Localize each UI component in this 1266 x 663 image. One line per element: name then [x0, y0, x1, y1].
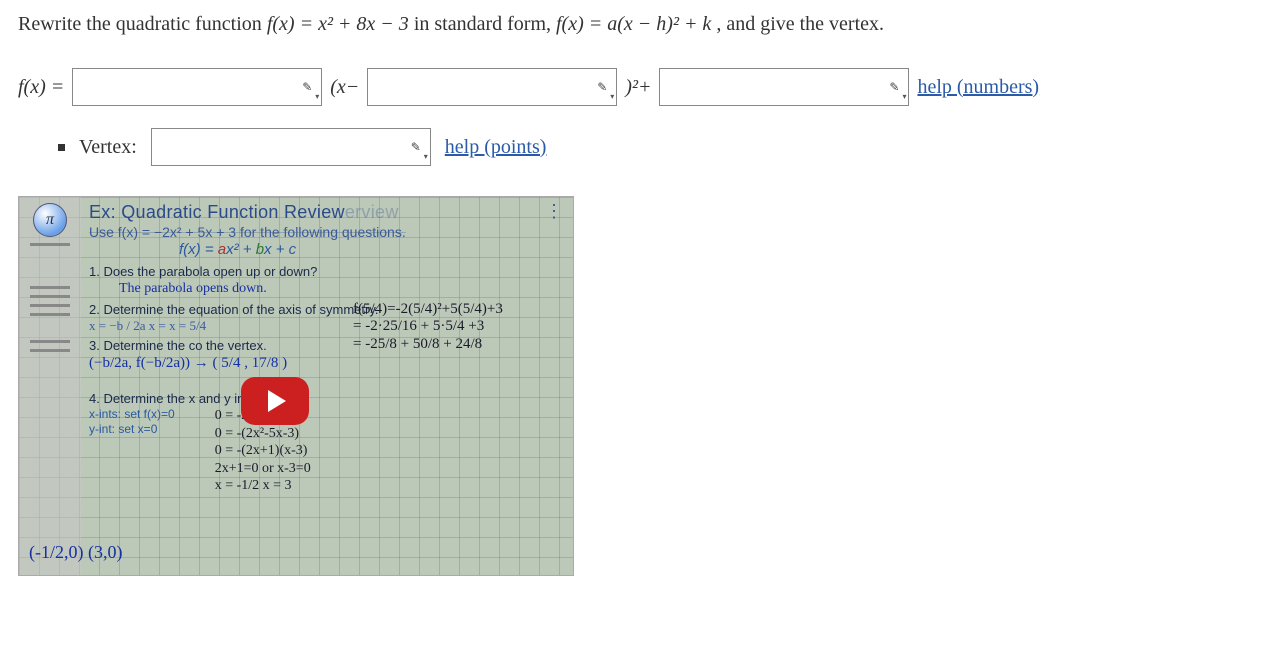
input-h-box[interactable]: ✎: [367, 68, 617, 106]
input-a[interactable]: [73, 69, 321, 105]
input-vertex[interactable]: [152, 129, 430, 165]
standard-form: f(x) = a(x − h)² + k: [556, 13, 711, 35]
video-eq3: 0 = -(2x+1)(x-3): [215, 442, 311, 460]
side-dash: [30, 340, 70, 343]
video-bottom-coord: (-1/2,0) (3,0): [29, 541, 122, 564]
input-k-box[interactable]: ✎: [659, 68, 909, 106]
answer-row: f(x) = ✎ (x− ✎ )²+ ✎ help (numbers): [18, 68, 1248, 106]
side-dash: [30, 349, 70, 352]
video-embed[interactable]: π ⋮ Ex: Quadratic Function Reviewerview …: [18, 196, 574, 576]
input-vertex-box[interactable]: ✎: [151, 128, 431, 166]
pi-icon: π: [33, 203, 67, 237]
video-content: Ex: Quadratic Function Reviewerview Use …: [89, 201, 567, 571]
help-numbers-link[interactable]: help (numbers): [917, 76, 1039, 99]
question-suffix: , and give the vertex.: [716, 13, 884, 35]
play-button-icon[interactable]: [241, 377, 309, 425]
video-line3a: (−b/2a, f(−b/2a)) → ( 5/4 , 17/8 ): [89, 354, 567, 373]
video-yints: y-int: set x=0: [89, 422, 175, 437]
side-dash: [30, 313, 70, 316]
open-paren: (x−: [330, 76, 359, 99]
vertex-label: Vertex:: [79, 136, 137, 159]
pencil-icon[interactable]: ✎: [297, 77, 317, 97]
fx-definition: f(x) = x² + 8x − 3: [267, 13, 409, 35]
video-eq4: 2x+1=0 or x-3=0: [215, 460, 311, 478]
side-dash: [30, 243, 70, 246]
video-sidebar: π: [19, 197, 81, 575]
input-k[interactable]: [660, 69, 908, 105]
question-text: Rewrite the quadratic function f(x) = x²…: [18, 8, 1248, 40]
pencil-icon[interactable]: ✎: [592, 77, 612, 97]
video-step4: 4. Determine the x and y intercepts.: [89, 391, 567, 407]
help-points-link[interactable]: help (points): [445, 136, 547, 159]
video-step1: 1. Does the parabola open up or down?: [89, 264, 567, 280]
video-side2: = -2·25/16 + 5·5/4 +3: [353, 318, 563, 335]
video-side1: f(5/4)=-2(5/4)²+5(5/4)+3: [353, 301, 563, 318]
video-xints: x-ints: set f(x)=0: [89, 407, 175, 422]
video-side3: = -25/8 + 50/8 + 24/8: [353, 336, 563, 353]
input-h[interactable]: [368, 69, 616, 105]
video-eq5: x = -1/2 x = 3: [215, 477, 311, 495]
pencil-icon[interactable]: ✎: [406, 137, 426, 157]
video-hand1: The parabola opens down.: [119, 280, 567, 298]
side-dash: [30, 304, 70, 307]
question-mid: in standard form,: [414, 13, 556, 35]
side-dash: [30, 286, 70, 289]
fx-equals: f(x) =: [18, 76, 64, 99]
video-eq2: 0 = -(2x²-5x-3): [215, 425, 311, 443]
video-subtitle: Use f(x) = −2x² + 5x + 3 for the followi…: [89, 224, 567, 242]
video-formula: f(x) = ax² + bx + c: [179, 241, 567, 260]
question-prefix: Rewrite the quadratic function: [18, 13, 267, 35]
side-dash: [30, 295, 70, 298]
vertex-row: Vertex: ✎ help (points): [58, 128, 1248, 166]
video-title: Ex: Quadratic Function Reviewerview: [89, 201, 567, 224]
pencil-icon[interactable]: ✎: [884, 77, 904, 97]
input-a-box[interactable]: ✎: [72, 68, 322, 106]
video-side-work: f(5/4)=-2(5/4)²+5(5/4)+3 = -2·25/16 + 5·…: [353, 301, 563, 353]
close-paren: )²+: [625, 76, 651, 99]
bullet-icon: [58, 144, 65, 151]
